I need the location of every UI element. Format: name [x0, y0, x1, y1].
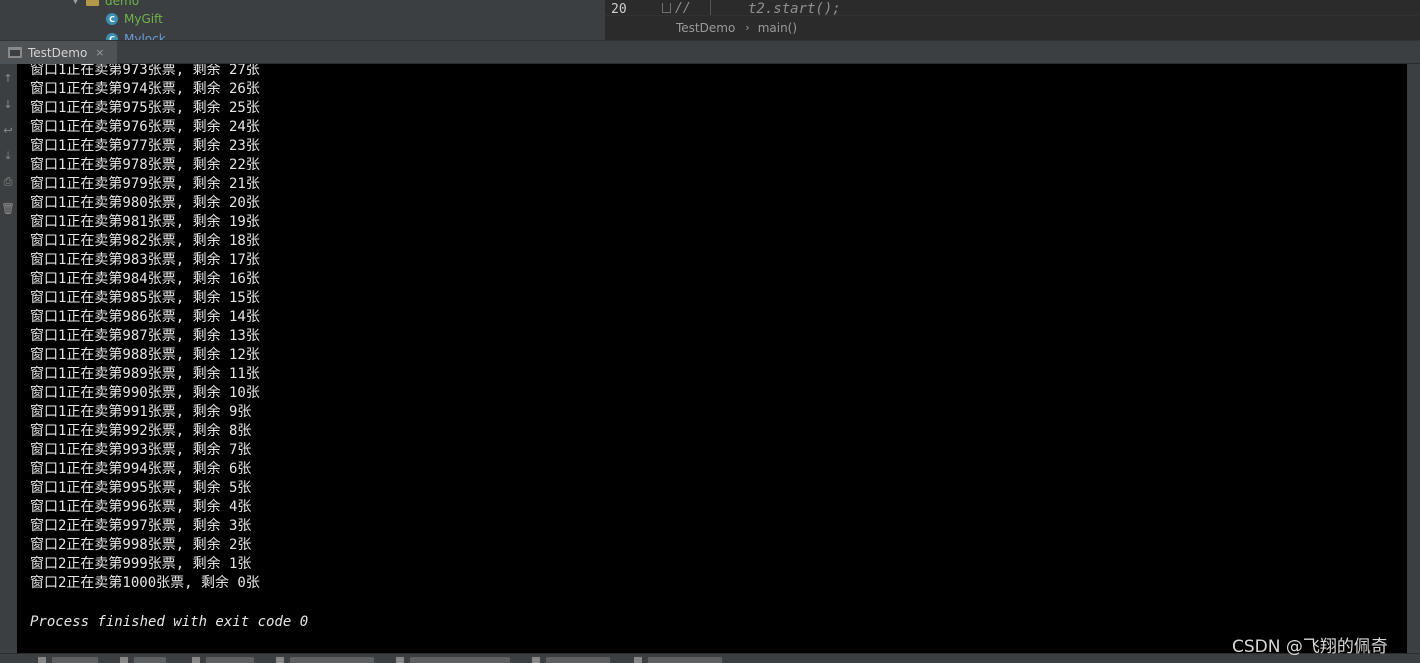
project-tree: ▼ demo C MyGift C Mylock	[0, 0, 605, 40]
console-line: 窗口1正在卖第983张票, 剩余 17张	[30, 252, 260, 268]
comment-marker: //	[675, 1, 691, 15]
breadcrumb-item-class[interactable]: TestDemo	[676, 21, 735, 35]
class-icon: C	[106, 33, 118, 40]
terminal-tab[interactable]	[206, 657, 254, 663]
version-control-icon[interactable]	[396, 657, 404, 663]
soft-wrap-icon[interactable]: ↩	[1, 122, 15, 138]
console-line: 窗口2正在卖第1000张票, 剩余 0张	[30, 575, 260, 591]
tree-item-label: MyGift	[124, 12, 163, 26]
tree-package-label: demo	[105, 0, 140, 8]
console-line: 窗口1正在卖第985张票, 剩余 15张	[30, 290, 260, 306]
top-strip: ▼ demo C MyGift C Mylock 20 // t2.start(…	[0, 0, 1420, 40]
application-servers-tab[interactable]	[648, 657, 722, 663]
console-line: 窗口1正在卖第982张票, 剩余 18张	[30, 233, 260, 249]
console-line: 窗口1正在卖第974张票, 剩余 26张	[30, 81, 260, 97]
run-tab-testdemo[interactable]: TestDemo ×	[0, 41, 117, 64]
todo-tab[interactable]	[52, 657, 98, 663]
console-lines: 窗口1正在卖第973张票, 剩余 27张 窗口1正在卖第974张票, 剩余 26张…	[30, 64, 260, 593]
editor-code-line[interactable]: 20 // t2.start();	[605, 0, 1420, 15]
run-tab-label: TestDemo	[28, 45, 88, 60]
watermark: CSDN @飞翔的佩奇	[1232, 637, 1388, 657]
chevron-right-icon: ›	[745, 21, 750, 34]
console-line: 窗口1正在卖第973张票, 剩余 27张	[30, 64, 260, 78]
console-line: 窗口1正在卖第980张票, 剩余 20张	[30, 195, 260, 211]
console-line: 窗口1正在卖第978张票, 剩余 22张	[30, 157, 260, 173]
console-line: 窗口1正在卖第992张票, 剩余 8张	[30, 423, 252, 439]
fold-marker-icon[interactable]	[662, 3, 671, 13]
line-number: 20	[611, 2, 627, 15]
messages-icon[interactable]	[532, 657, 540, 663]
console-line: 窗口2正在卖第999张票, 剩余 1张	[30, 556, 252, 572]
console-line: 窗口1正在卖第989张票, 剩余 11张	[30, 366, 260, 382]
console-line: 窗口1正在卖第988张票, 剩余 12张	[30, 347, 260, 363]
console-line: 窗口2正在卖第998张票, 剩余 2张	[30, 537, 252, 553]
console-line: 窗口1正在卖第981张票, 剩余 19张	[30, 214, 260, 230]
print-icon[interactable]: ⎙	[1, 174, 15, 190]
process-finished-message: Process finished with exit code 0	[30, 614, 309, 630]
console-line: 窗口1正在卖第987张票, 剩余 13张	[30, 328, 260, 344]
vertical-scrollbar[interactable]	[1407, 64, 1420, 653]
tree-item-mygift[interactable]: C MyGift	[106, 10, 163, 28]
console-line: 窗口1正在卖第986张票, 剩余 14张	[30, 309, 260, 325]
console-line: 窗口1正在卖第994张票, 剩余 6张	[30, 461, 252, 477]
console-line: 窗口2正在卖第997张票, 剩余 3张	[30, 518, 252, 534]
editor-pane: 20 // t2.start(); TestDemo › main()	[605, 0, 1420, 40]
console-line: 窗口1正在卖第995张票, 剩余 5张	[30, 480, 252, 496]
console-line: 窗口1正在卖第990张票, 剩余 10张	[30, 385, 260, 401]
down-arrow-icon[interactable]: ↓	[1, 96, 15, 112]
messages-tab[interactable]	[546, 657, 610, 663]
bottom-tool-strip	[0, 653, 1420, 663]
tree-item-label: Mylock	[124, 32, 166, 40]
todo-icon[interactable]	[38, 657, 46, 663]
run-tab-bar: TestDemo ×	[0, 40, 1420, 64]
console-line: 窗口1正在卖第975张票, 剩余 25张	[30, 100, 260, 116]
application-servers-icon[interactable]	[634, 657, 642, 663]
console-line: 窗口1正在卖第984张票, 剩余 16张	[30, 271, 260, 287]
console-line: 窗口1正在卖第979张票, 剩余 21张	[30, 176, 260, 192]
tree-package-demo[interactable]: ▼ demo	[72, 0, 139, 10]
trash-icon[interactable]: 🗑	[1, 200, 15, 216]
console-line: 窗口1正在卖第976张票, 剩余 24张	[30, 119, 260, 135]
code-text: t2.start();	[748, 1, 841, 15]
expand-arrow-icon[interactable]: ▼	[72, 0, 82, 6]
java-enterprise-icon[interactable]	[276, 657, 284, 663]
close-icon[interactable]: ×	[95, 46, 104, 59]
run-config-icon	[8, 47, 22, 58]
up-arrow-icon[interactable]: ↑	[1, 70, 15, 86]
console-line: 窗口1正在卖第991张票, 剩余 9张	[30, 404, 252, 420]
breadcrumb: TestDemo › main()	[605, 15, 1420, 39]
console-line: 窗口1正在卖第996张票, 剩余 4张	[30, 499, 252, 515]
console-output[interactable]: 窗口1正在卖第973张票, 剩余 27张 窗口1正在卖第974张票, 剩余 26张…	[17, 64, 1407, 653]
run-left-toolbar: ↑ ↓ ↩ ⤓ ⎙ 🗑	[0, 64, 18, 653]
terminal-icon[interactable]	[192, 657, 200, 663]
package-folder-icon	[86, 0, 99, 6]
ide-window: ▼ demo C MyGift C Mylock 20 // t2.start(…	[0, 0, 1420, 663]
console-line: 窗口1正在卖第993张票, 剩余 7张	[30, 442, 252, 458]
breadcrumb-item-method[interactable]: main()	[758, 21, 797, 35]
spring-tab[interactable]	[134, 657, 166, 663]
scroll-to-end-icon[interactable]: ⤓	[1, 148, 15, 164]
console-line: 窗口1正在卖第977张票, 剩余 23张	[30, 138, 260, 154]
tree-item-mylock[interactable]: C Mylock	[106, 30, 166, 40]
java-enterprise-tab[interactable]	[290, 657, 374, 663]
gutter-divider	[710, 0, 711, 15]
spring-icon[interactable]	[120, 657, 128, 663]
version-control-tab[interactable]	[410, 657, 510, 663]
class-icon: C	[106, 13, 118, 25]
